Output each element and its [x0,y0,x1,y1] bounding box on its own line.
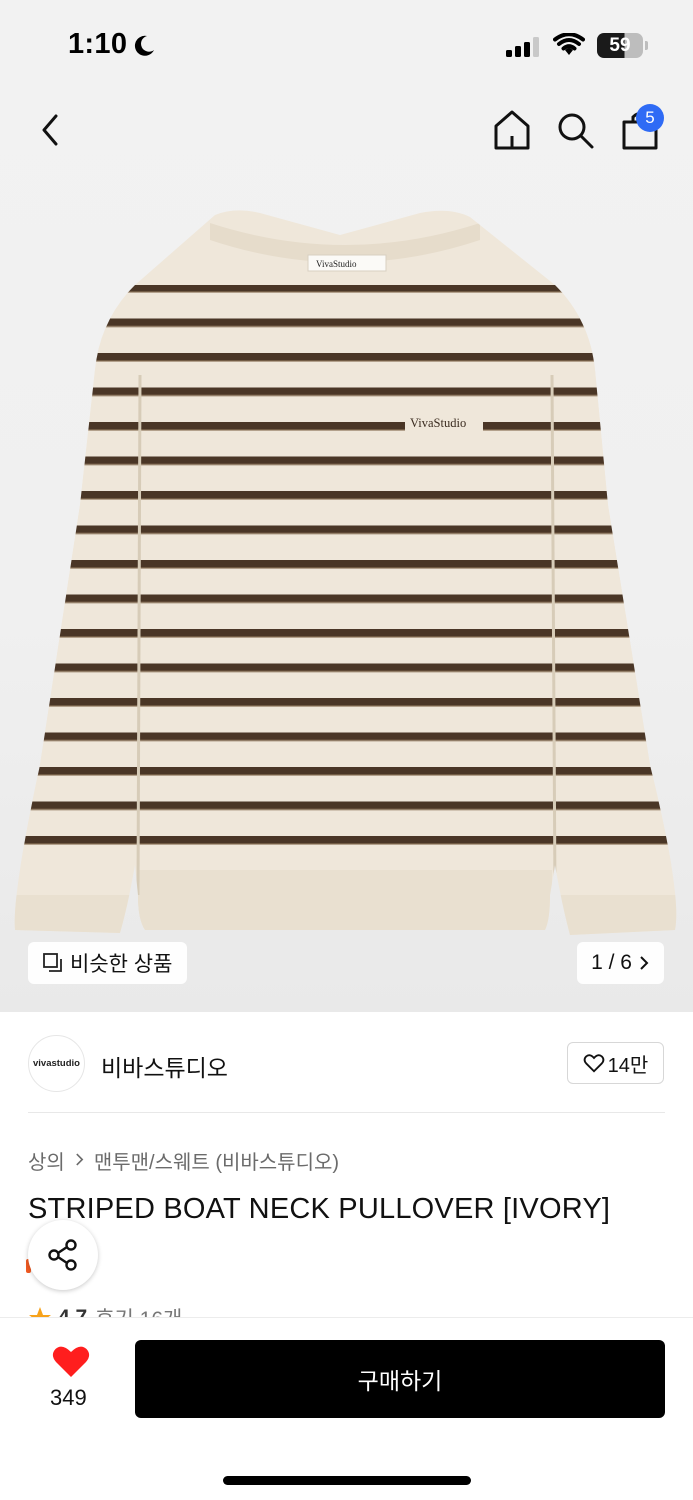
home-icon[interactable] [491,108,533,152]
breadcrumb: 상의 맨투맨/스웨트 (비바스튜디오) [28,1146,339,1175]
home-indicator[interactable] [223,1476,471,1485]
buy-button[interactable]: 구매하기 [135,1340,665,1418]
brand-logo[interactable]: vivastudio [28,1035,85,1092]
breadcrumb-subcategory[interactable]: 맨투맨/스웨트 (비바스튜디오) [94,1146,339,1175]
breadcrumb-category[interactable]: 상의 [28,1146,65,1175]
wishlist-count: 349 [50,1385,87,1410]
cart-count-badge: 5 [636,104,664,132]
share-icon [48,1239,77,1271]
product-title: STRIPED BOAT NECK PULLOVER [IVORY] [28,1193,611,1225]
page-counter-text: 1 / 6 [591,951,632,974]
heart-filled-icon[interactable] [52,1344,90,1378]
breadcrumb-separator-icon [75,1149,84,1172]
similar-products-label: 비슷한 상품 [70,953,173,976]
similar-icon [43,953,62,972]
product-image-area[interactable]: VivaStudio VivaStudio 비슷한 상품 1 / 6 [0,0,693,1012]
product-image[interactable]: VivaStudio VivaStudio [10,205,685,945]
brand-like-count: 14만 [607,1054,649,1077]
brand-name[interactable]: 비바스튜디오 [101,1049,228,1083]
chevron-right-icon [640,956,649,970]
search-icon[interactable] [555,110,595,150]
heart-outline-icon [583,1054,604,1073]
status-time: 1:10 [68,28,128,60]
share-button[interactable] [28,1220,98,1290]
similar-products-button[interactable]: 비슷한 상품 [28,942,187,984]
status-bar: 1:10 59 [0,0,693,92]
battery-level: 59 [597,33,643,58]
back-icon[interactable] [34,110,68,150]
battery-tip [645,41,648,50]
wifi-icon [553,33,585,55]
moon-icon [134,35,154,56]
chest-embroidery-text: VivaStudio [410,416,466,430]
neck-label-text: VivaStudio [316,259,357,269]
cellular-signal-icon [506,37,539,57]
battery-indicator: 59 [597,33,649,59]
image-page-counter[interactable]: 1 / 6 [577,942,664,984]
brand-like-button[interactable]: 14만 [567,1042,664,1084]
divider [28,1112,665,1113]
